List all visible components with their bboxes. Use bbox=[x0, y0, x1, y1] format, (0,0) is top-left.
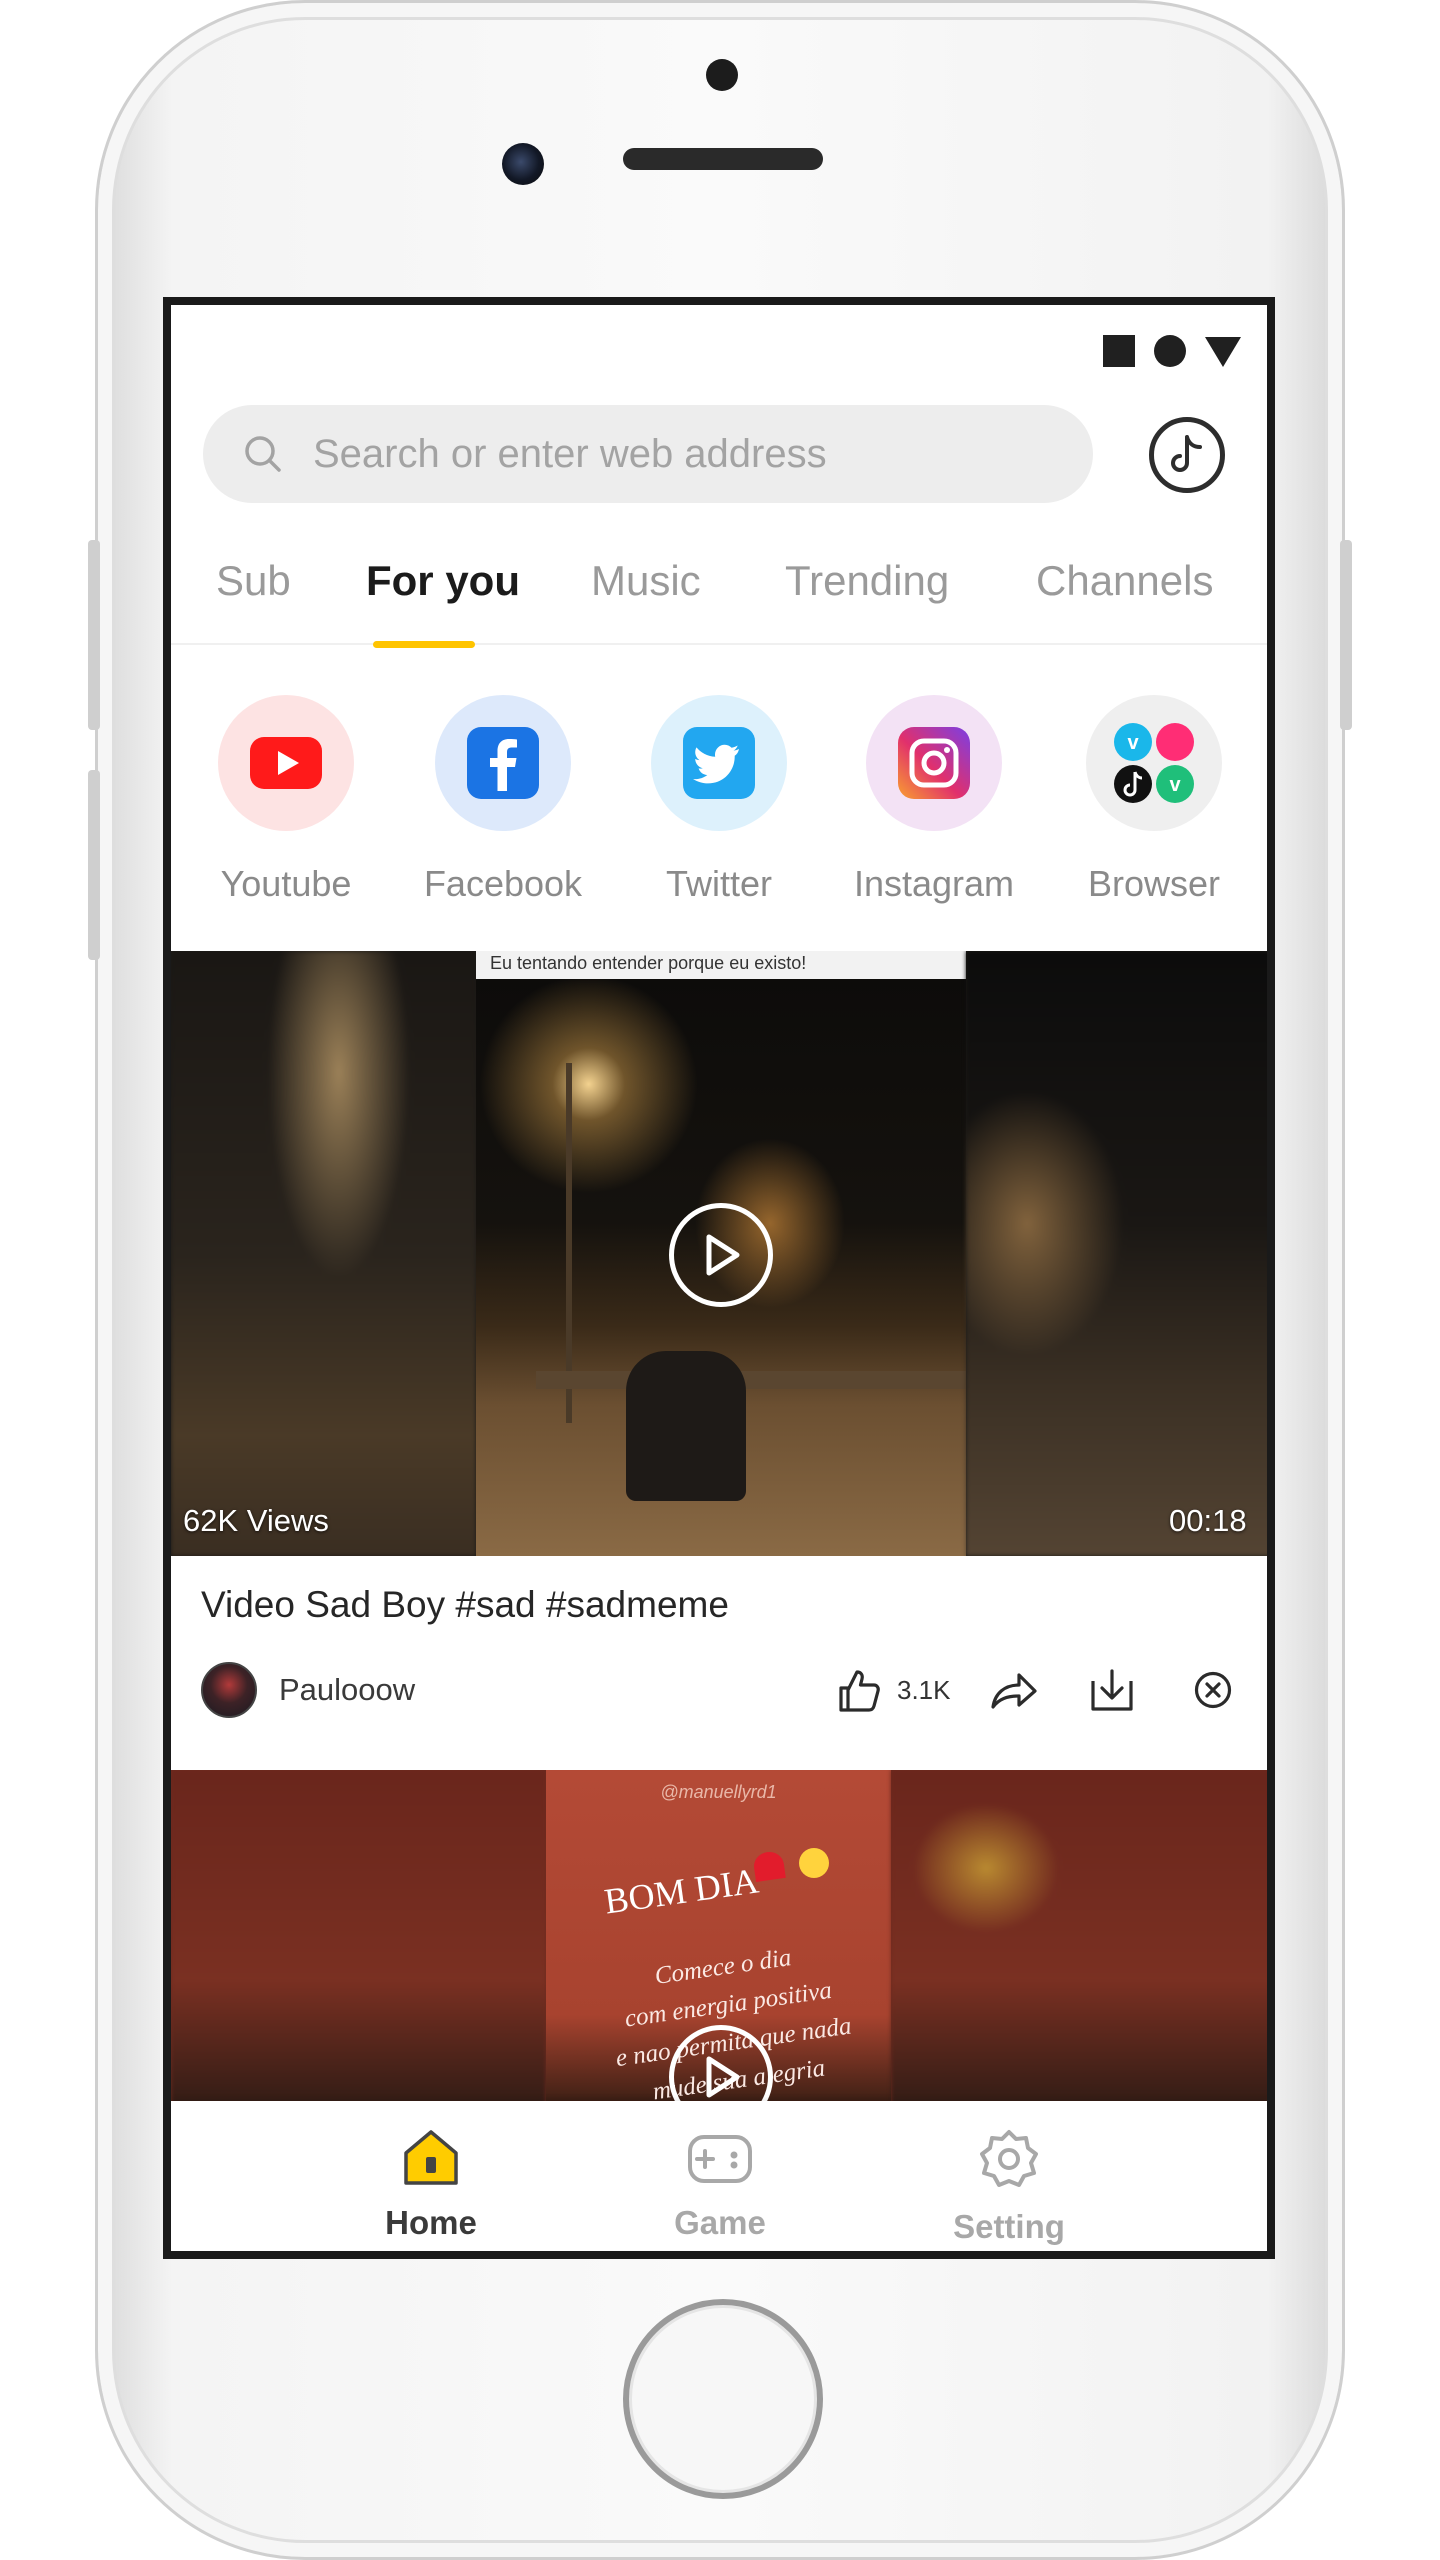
volume-down-button[interactable] bbox=[88, 770, 100, 960]
search-input[interactable]: Search or enter web address bbox=[203, 405, 1093, 503]
video-caption: Eu tentando entender porque eu existo! bbox=[490, 953, 807, 973]
nav-home[interactable]: Home bbox=[331, 2127, 531, 2242]
instagram-icon bbox=[866, 695, 1002, 831]
tab-sub[interactable]: Sub bbox=[216, 557, 291, 605]
tab-music[interactable]: Music bbox=[591, 557, 701, 605]
tab-for-you[interactable]: For you bbox=[366, 557, 520, 605]
gear-icon bbox=[980, 2130, 1038, 2187]
video-blur-left bbox=[171, 1770, 546, 2120]
heart-emoji bbox=[752, 1850, 786, 1882]
nav-label: Home bbox=[385, 2204, 477, 2241]
shortcut-twitter[interactable]: Twitter bbox=[619, 695, 819, 905]
nav-label: Setting bbox=[953, 2208, 1065, 2245]
browser-apps-icon: v v bbox=[1086, 695, 1222, 831]
play-icon bbox=[706, 2056, 740, 2098]
video-blur-left bbox=[171, 951, 476, 1556]
shortcut-label: Youtube bbox=[220, 863, 352, 904]
category-tabs: Sub For you Music Trending Channels bbox=[171, 535, 1267, 645]
close-icon bbox=[1194, 1671, 1232, 1709]
video-headline: BOM DIA bbox=[601, 1860, 762, 1922]
status-bar bbox=[171, 305, 1267, 380]
volume-up-button[interactable] bbox=[88, 540, 100, 730]
bench bbox=[536, 1371, 966, 1389]
twitter-icon bbox=[651, 695, 787, 831]
like-button[interactable]: 3.1K bbox=[835, 1662, 951, 1718]
download-button[interactable] bbox=[1089, 1662, 1135, 1718]
lamp-post bbox=[566, 1063, 572, 1423]
active-tab-indicator bbox=[373, 641, 475, 648]
signal-icon bbox=[1205, 337, 1241, 367]
home-hardware-button[interactable] bbox=[623, 2299, 823, 2499]
app-screen: Search or enter web address Sub For you … bbox=[163, 297, 1275, 2259]
facebook-icon bbox=[435, 695, 571, 831]
shortcut-browser[interactable]: v v Browser bbox=[1054, 695, 1254, 905]
dismiss-button[interactable] bbox=[1193, 1662, 1233, 1718]
nav-game[interactable]: Game bbox=[620, 2127, 820, 2242]
person-silhouette bbox=[626, 1351, 746, 1501]
proximity-sensor bbox=[706, 59, 738, 91]
video-title[interactable]: Video Sad Boy #sad #sadmeme bbox=[201, 1584, 729, 1626]
youtube-icon bbox=[218, 695, 354, 831]
search-placeholder: Search or enter web address bbox=[313, 431, 827, 476]
shortcut-label: Facebook bbox=[423, 863, 583, 904]
play-icon bbox=[706, 1234, 740, 1276]
shortcut-label: Twitter bbox=[665, 863, 772, 904]
tab-channels[interactable]: Channels bbox=[1036, 557, 1213, 605]
thumbs-up-icon bbox=[839, 1670, 880, 1712]
video-blur-right bbox=[966, 951, 1267, 1556]
bottom-nav: Home Game Setting bbox=[171, 2101, 1267, 2251]
nav-label: Game bbox=[674, 2204, 766, 2241]
share-icon bbox=[991, 1673, 1037, 1709]
view-count: 62K Views bbox=[183, 1503, 329, 1538]
video-thumbnail[interactable]: @manuellyrd1 BOM DIA Comece o dia com en… bbox=[171, 1770, 1267, 2120]
earpiece-speaker bbox=[623, 148, 823, 170]
shortcut-youtube[interactable]: Youtube bbox=[186, 695, 386, 905]
stop-icon bbox=[1103, 335, 1135, 367]
svg-text:v: v bbox=[1169, 774, 1181, 796]
search-icon bbox=[245, 436, 281, 472]
shortcut-label: Browser bbox=[1087, 863, 1221, 904]
download-icon bbox=[1091, 1669, 1133, 1711]
music-note-icon bbox=[1171, 435, 1202, 472]
smiley-emoji bbox=[799, 1848, 829, 1878]
gamepad-icon bbox=[688, 2135, 752, 2183]
shortcut-facebook[interactable]: Facebook bbox=[403, 695, 603, 905]
home-icon bbox=[404, 2130, 458, 2185]
front-camera bbox=[502, 143, 544, 185]
shortcut-instagram[interactable]: Instagram bbox=[834, 695, 1034, 905]
video-thumbnail[interactable]: Eu tentando entender porque eu existo! 6… bbox=[171, 951, 1267, 1556]
svg-text:v: v bbox=[1127, 732, 1139, 754]
power-button[interactable] bbox=[1340, 540, 1352, 730]
shortcut-label: Instagram bbox=[853, 863, 1015, 904]
video-watermark: @manuellyrd1 bbox=[660, 1782, 777, 1802]
tiktok-button[interactable] bbox=[1149, 417, 1225, 493]
play-button[interactable] bbox=[669, 1203, 773, 1307]
video-blur-right bbox=[891, 1770, 1267, 2120]
record-icon bbox=[1154, 335, 1186, 367]
shortcut-row: Youtube Facebook Twitter Instagram v v B… bbox=[171, 685, 1267, 935]
video-duration: 00:18 bbox=[1169, 1503, 1247, 1538]
avatar[interactable] bbox=[201, 1662, 257, 1718]
share-button[interactable] bbox=[989, 1662, 1039, 1718]
video-card-info: Video Sad Boy #sad #sadmeme Paulooow 3.1… bbox=[171, 1556, 1267, 1756]
nav-setting[interactable]: Setting bbox=[909, 2127, 1109, 2246]
tab-trending[interactable]: Trending bbox=[785, 557, 949, 605]
author-name[interactable]: Paulooow bbox=[279, 1672, 415, 1708]
like-count: 3.1K bbox=[897, 1674, 951, 1705]
